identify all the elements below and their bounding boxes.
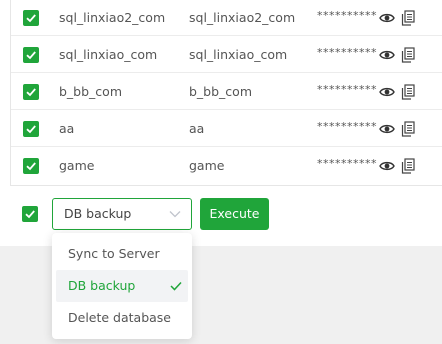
row-checkbox[interactable] [23,84,39,100]
checkbox-checked-icon [26,162,36,171]
execute-button[interactable]: Execute [200,198,269,230]
database-password: ********** [317,120,377,133]
eye-icon[interactable] [379,122,395,136]
copy-icon[interactable] [401,84,415,100]
select-all-checkbox[interactable] [22,206,38,222]
row-checkbox[interactable] [23,10,39,26]
option-label: DB backup [68,278,136,293]
database-user: game [189,158,225,173]
checkmark-icon [170,281,182,291]
table-row: sql_linxiao_com sql_linxiao_com ********… [11,37,442,73]
eye-icon[interactable] [379,11,395,25]
database-user: b_bb_com [189,84,253,99]
checkbox-checked-icon [26,14,36,23]
database-password: ********** [317,46,377,59]
database-name: aa [59,121,75,136]
row-checkbox[interactable] [23,47,39,63]
copy-icon[interactable] [401,10,415,26]
database-name: sql_linxiao2_com [59,10,166,25]
batch-action-value: DB backup [64,206,132,221]
table-row: b_bb_com b_bb_com ********** [11,74,442,110]
batch-action-select[interactable]: DB backup [52,198,192,230]
database-user: aa [189,121,205,136]
copy-icon[interactable] [401,121,415,137]
copy-icon[interactable] [401,158,415,174]
checkbox-checked-icon [25,210,35,219]
batch-action-dropdown: Sync to Server DB backup Delete database [52,233,192,339]
option-db-backup[interactable]: DB backup [56,270,188,302]
option-sync-to-server[interactable]: Sync to Server [56,238,188,270]
database-table: sql_linxiao2_com sql_linxiao2_com ******… [10,0,442,186]
database-name: game [59,158,95,173]
database-name: b_bb_com [59,84,123,99]
database-user: sql_linxiao_com [189,47,288,62]
eye-icon[interactable] [379,48,395,62]
database-panel: sql_linxiao2_com sql_linxiao2_com ******… [0,0,442,246]
table-row: aa aa ********** [11,111,442,147]
checkbox-checked-icon [26,51,36,60]
table-row: game game ********** [11,148,442,184]
option-delete-database[interactable]: Delete database [56,302,188,334]
row-checkbox[interactable] [23,121,39,137]
option-label: Sync to Server [68,246,160,261]
option-label: Delete database [68,310,171,325]
database-name: sql_linxiao_com [59,47,158,62]
database-password: ********** [317,83,377,96]
checkbox-checked-icon [26,88,36,97]
table-row: sql_linxiao2_com sql_linxiao2_com ******… [11,0,442,36]
database-password: ********** [317,9,377,22]
copy-icon[interactable] [401,47,415,63]
row-checkbox[interactable] [23,158,39,174]
chevron-down-icon [169,211,181,218]
eye-icon[interactable] [379,85,395,99]
database-password: ********** [317,157,377,170]
checkbox-checked-icon [26,125,36,134]
eye-icon[interactable] [379,159,395,173]
database-user: sql_linxiao2_com [189,10,296,25]
